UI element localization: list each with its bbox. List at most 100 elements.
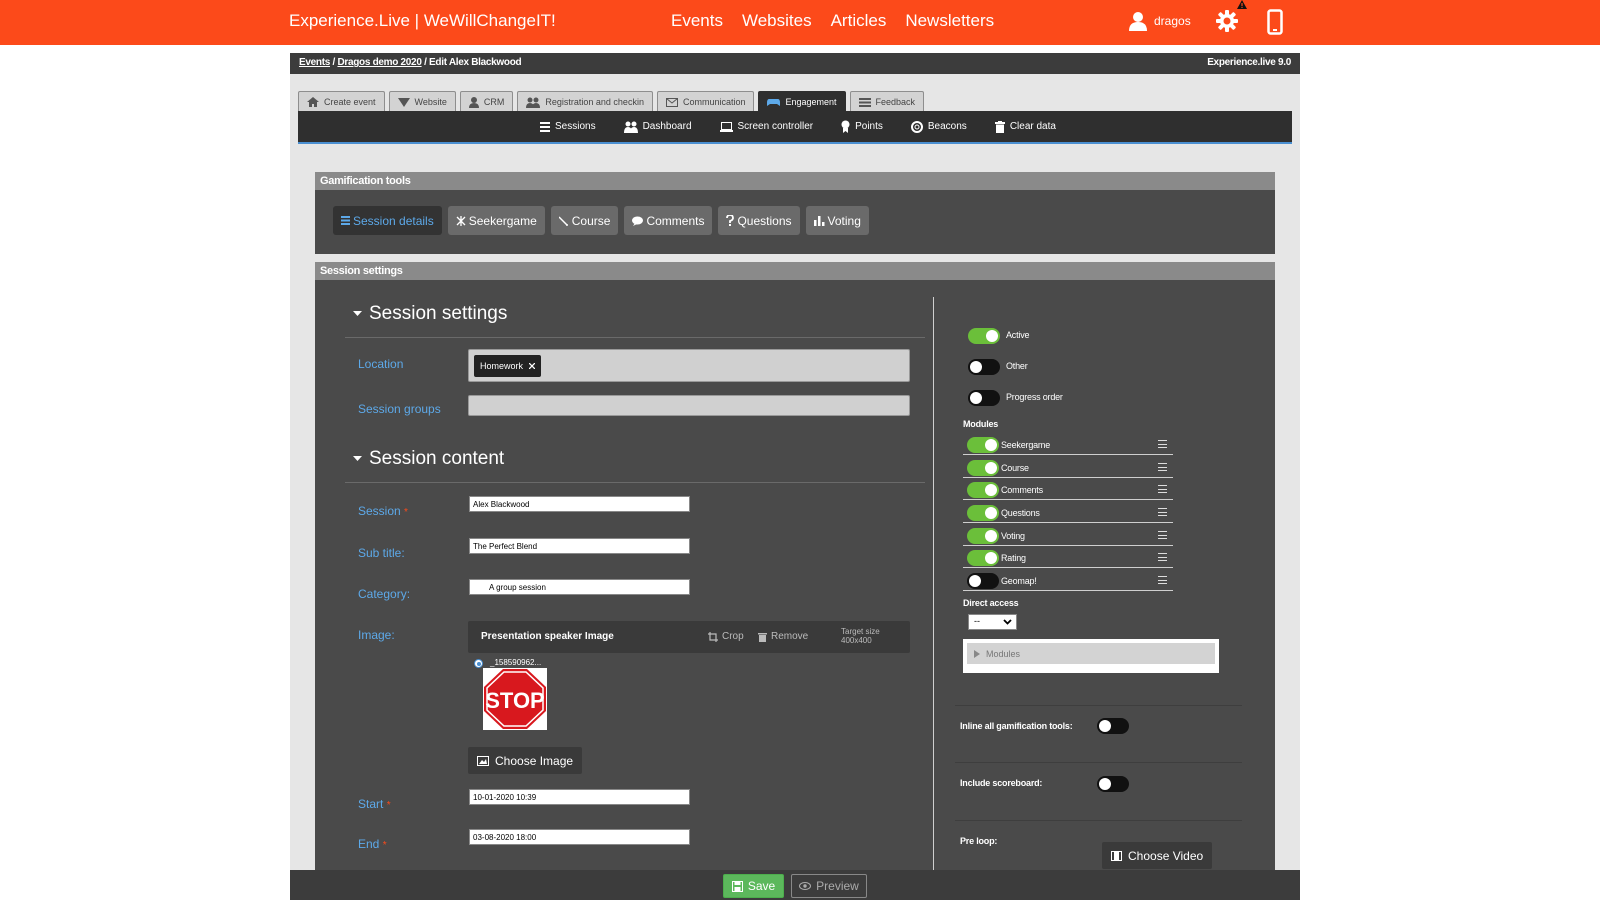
session-details-button[interactable]: Session details [333, 206, 442, 235]
breadcrumb-separator: / [424, 57, 427, 68]
gear-icon[interactable] [1215, 9, 1239, 33]
target-size-value: 400x400 [841, 636, 872, 645]
module-toggle[interactable] [967, 505, 999, 521]
start-date-input[interactable] [469, 789, 690, 805]
tab-website[interactable]: Website [388, 91, 456, 112]
crop-label: Crop [722, 631, 744, 642]
drag-handle-icon[interactable] [1158, 531, 1167, 539]
module-row-comments: Comments [963, 480, 1173, 500]
module-label: Voting [1001, 531, 1025, 541]
breadcrumb-bar: Events / Dragos demo 2020 / Edit Alex Bl… [290, 53, 1300, 74]
caret-down-icon [353, 456, 362, 461]
progress-order-label: Progress order [1006, 392, 1063, 402]
drag-handle-icon[interactable] [1158, 508, 1167, 516]
subnav-label: Beacons [927, 121, 967, 132]
laptop-icon [719, 121, 733, 132]
module-toggle[interactable] [967, 460, 999, 476]
column-divider [933, 297, 934, 870]
module-toggle[interactable] [967, 482, 999, 498]
brand-title[interactable]: Experience.Live | WeWillChangeIT! [289, 11, 556, 31]
voting-button[interactable]: Voting [805, 206, 869, 235]
accordion-label: Modules [986, 648, 1021, 659]
drag-handle-icon[interactable] [1158, 463, 1167, 471]
row-divider [955, 762, 1242, 763]
module-toggle[interactable] [967, 437, 999, 453]
session-settings-header[interactable]: Session settings [353, 303, 507, 325]
drag-handle-icon[interactable] [1158, 440, 1167, 448]
subnav-label: Clear data [1009, 121, 1056, 132]
questions-button[interactable]: Questions [718, 206, 800, 235]
tab-create-event[interactable]: Create event [298, 91, 385, 112]
location-tag: Homework [474, 355, 542, 377]
subnav-dashboard[interactable]: Dashboard [623, 120, 692, 133]
module-row-geomap: Geomap! [963, 571, 1173, 591]
comment-icon [632, 216, 644, 226]
select-value: -- [974, 616, 980, 626]
breadcrumb-event[interactable]: Dragos demo 2020 [337, 57, 421, 68]
tag-label: Homework [480, 361, 524, 371]
direct-access-label: Direct access [963, 598, 1019, 608]
user-menu[interactable]: dragos [1128, 11, 1191, 31]
session-name-input[interactable] [469, 496, 690, 512]
end-date-input[interactable] [469, 829, 690, 845]
close-icon[interactable] [529, 363, 536, 369]
seekergame-button[interactable]: Seekergame [447, 206, 545, 235]
users-icon [526, 97, 541, 108]
drag-handle-icon[interactable] [1158, 485, 1167, 493]
image-select-radio[interactable] [474, 659, 483, 668]
mobile-icon[interactable] [1267, 9, 1283, 35]
target-size: Target size 400x400 [841, 627, 880, 645]
subnav-points[interactable]: Points [841, 120, 883, 133]
tab-communication[interactable]: Communication [656, 91, 755, 112]
course-button[interactable]: Course [550, 206, 619, 235]
tab-registration[interactable]: Registration and checkin [517, 91, 653, 112]
image-thumbnail[interactable]: STOP [483, 668, 547, 730]
save-button[interactable]: Save [723, 874, 784, 898]
choose-image-button[interactable]: Choose Image [468, 747, 583, 774]
nav-websites[interactable]: Websites [742, 11, 812, 31]
comments-button[interactable]: Comments [624, 206, 713, 235]
location-input[interactable]: Homework [468, 349, 910, 382]
nav-newsletters[interactable]: Newsletters [905, 11, 994, 31]
drag-handle-icon[interactable] [1158, 576, 1167, 584]
inline-gamification-toggle[interactable] [1097, 718, 1129, 734]
preview-button[interactable]: Preview [791, 874, 867, 898]
drag-handle-icon[interactable] [1158, 553, 1167, 561]
active-toggle[interactable] [968, 328, 1000, 344]
tab-crm[interactable]: CRM [459, 91, 514, 112]
remove-image-button[interactable]: Remove [758, 631, 808, 642]
direct-access-select[interactable]: -- [968, 614, 1017, 630]
module-toggle[interactable] [967, 528, 999, 544]
progress-order-toggle[interactable] [968, 390, 1000, 406]
nav-articles[interactable]: Articles [831, 11, 887, 31]
module-label: Questions [1001, 508, 1040, 518]
image-icon [477, 755, 489, 766]
modules-accordion-header[interactable]: Modules [967, 643, 1215, 664]
choose-video-button[interactable]: Choose Video [1102, 842, 1213, 869]
tab-feedback[interactable]: Feedback [849, 91, 925, 112]
modules-accordion: Modules [963, 639, 1219, 673]
subnav-beacons[interactable]: Beacons [910, 120, 967, 133]
warning-icon [1237, 0, 1247, 9]
subnav-sessions[interactable]: Sessions [540, 120, 596, 133]
crop-button[interactable]: Crop [708, 631, 744, 642]
module-toggle[interactable] [967, 550, 999, 566]
other-toggle[interactable] [968, 359, 1000, 375]
include-scoreboard-toggle[interactable] [1097, 776, 1129, 792]
button-label: Comments [646, 213, 705, 228]
required-mark: * [382, 840, 387, 851]
required-mark: * [386, 800, 391, 811]
subnav-clear-data[interactable]: Clear data [994, 120, 1056, 133]
session-content-header[interactable]: Session content [353, 448, 504, 470]
subtitle-input[interactable] [469, 538, 690, 554]
tab-label: Communication [682, 97, 746, 107]
inline-gamification-label: Inline all gamification tools: [960, 721, 1073, 731]
subnav-screen-controller[interactable]: Screen controller [719, 120, 813, 133]
module-toggle[interactable] [967, 573, 999, 589]
module-row-voting: Voting [963, 526, 1173, 546]
nav-events[interactable]: Events [671, 11, 723, 31]
tab-engagement[interactable]: Engagement [758, 91, 846, 112]
breadcrumb-events[interactable]: Events [299, 57, 330, 68]
category-input[interactable] [469, 579, 690, 595]
session-groups-input[interactable] [468, 395, 910, 416]
